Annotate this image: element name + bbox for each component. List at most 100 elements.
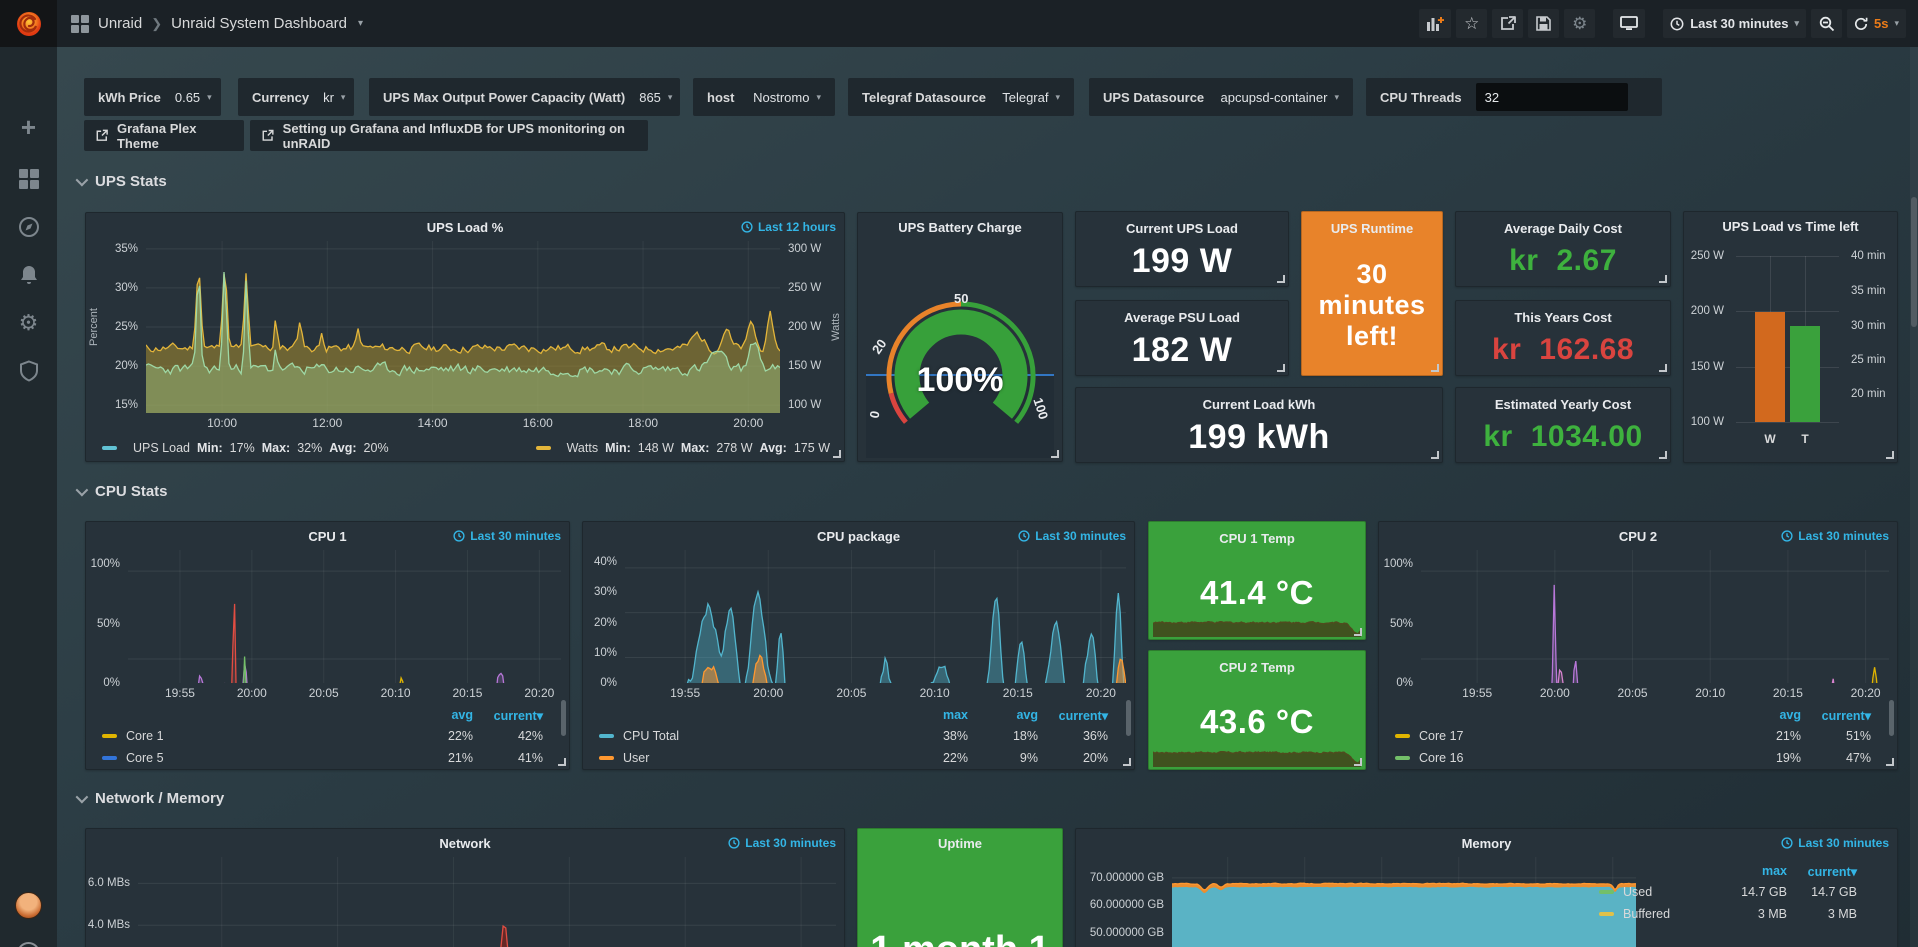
stat-title[interactable]: Current UPS Load [1126,221,1238,236]
panel-title[interactable]: Memory [1462,836,1512,851]
legend-row[interactable]: Core 521%41% [86,747,569,769]
network-chart[interactable] [138,857,836,947]
add-panel-button[interactable] [1419,9,1451,38]
refresh-button[interactable]: 5s ▾ [1847,9,1906,38]
scrollbar-thumb[interactable] [1911,197,1917,327]
legend-column-header-max[interactable]: max [898,708,968,722]
resize-handle[interactable] [1123,758,1131,766]
legend-row[interactable]: User22%9%20% [583,747,1134,769]
sidebar-item-dashboards[interactable] [0,159,57,199]
cpu1-chart[interactable] [128,550,561,683]
dashboard-grid-icon[interactable] [71,15,89,33]
panel-title[interactable]: Uptime [938,836,982,851]
stat-title[interactable]: Average Daily Cost [1504,221,1622,236]
stat-title[interactable]: CPU 2 Temp [1219,660,1295,675]
time-range-picker[interactable]: Last 30 minutes ▾ [1663,9,1806,38]
legend-row[interactable]: Core 122%42% [86,725,569,747]
resize-handle[interactable] [558,758,566,766]
legend-row[interactable]: Core 1721%51% [1379,725,1897,747]
bar-chart[interactable]: WT [1736,256,1839,422]
bar-w[interactable] [1755,312,1785,422]
section-header-network-memory[interactable]: Network / Memory [76,790,224,807]
grafana-logo[interactable] [0,0,57,47]
star-button[interactable]: ☆ [1456,9,1487,38]
resize-handle[interactable] [833,450,841,458]
legend-row[interactable]: Used14.7 GB14.7 GB [1583,881,1883,903]
variable-value-dropdown[interactable]: 865▾ [639,90,672,105]
cpu-threads-input[interactable] [1476,83,1628,111]
cpu-package-chart[interactable] [625,550,1126,683]
panel-title[interactable]: CPU package [817,529,900,544]
settings-button[interactable]: ⚙ [1564,9,1595,38]
legend-row[interactable]: Buffered3 MB3 MB [1583,903,1883,925]
legend-scrollbar[interactable] [561,700,566,736]
dashboard-title[interactable]: Unraid System Dashboard [171,15,347,32]
variable-value-dropdown[interactable]: kr▾ [323,90,345,105]
sidebar-item-server-admin[interactable] [0,351,57,391]
save-button[interactable] [1528,9,1559,38]
resize-handle[interactable] [1051,450,1059,458]
variable-value-dropdown[interactable]: Telegraf▾ [1002,90,1060,105]
cpu2-chart[interactable] [1421,550,1889,683]
legend-column-header-current[interactable]: current▾ [1787,864,1857,879]
panel-title[interactable]: UPS Load % [427,220,504,235]
section-header-cpu-stats[interactable]: CPU Stats [76,483,168,500]
legend-scrollbar[interactable] [1126,700,1131,736]
legend-column-header-max[interactable]: max [1717,864,1787,878]
variable-value-dropdown[interactable]: 0.65▾ [175,90,212,105]
stat-title[interactable]: UPS Runtime [1331,221,1413,236]
share-button[interactable] [1492,9,1523,38]
user-avatar[interactable] [0,885,57,925]
sidebar-item-explore[interactable] [0,207,57,247]
resize-handle[interactable] [1431,451,1439,459]
bar-t[interactable] [1790,326,1820,422]
legend-row[interactable]: CPU Total38%18%36% [583,725,1134,747]
resize-handle[interactable] [1886,758,1894,766]
legend-column-header-avg[interactable]: avg [1731,708,1801,722]
resize-handle[interactable] [1659,364,1667,372]
dashboard-link[interactable]: Setting up Grafana and InfluxDB for UPS … [250,120,648,151]
legend-row[interactable]: UPS LoadMin:17%Max:32%Avg:20% [102,441,389,455]
sidebar-item-create[interactable]: + [0,107,57,147]
legend-row[interactable]: WattsMin:148 WMax:278 WAvg:175 W [536,441,830,455]
stat-title[interactable]: Average PSU Load [1124,310,1240,325]
variable-value-dropdown[interactable]: Nostromo▾ [753,90,821,105]
stat-title[interactable]: This Years Cost [1514,310,1611,325]
dashboard-dropdown-caret[interactable]: ▾ [358,18,363,29]
resize-handle[interactable] [1659,275,1667,283]
legend-column-header-avg[interactable]: avg [403,708,473,722]
resize-handle[interactable] [1354,758,1362,766]
section-header-ups-stats[interactable]: UPS Stats [76,173,167,190]
legend-column-header-current[interactable]: current▾ [1801,708,1871,723]
resize-handle[interactable] [1431,364,1439,372]
stat-title[interactable]: Current Load kWh [1203,397,1316,412]
dashboard-link[interactable]: Grafana Plex Theme [84,120,244,151]
memory-chart[interactable] [1172,857,1636,947]
ups-load-chart[interactable] [146,241,780,413]
sidebar-item-configuration[interactable]: ⚙ [0,303,57,343]
variable-value-dropdown[interactable]: apcupsd-container▾ [1221,90,1340,105]
stat-title[interactable]: Estimated Yearly Cost [1495,397,1631,412]
resize-handle[interactable] [1277,364,1285,372]
legend-column-header-avg[interactable]: avg [968,708,1038,722]
panel-title[interactable]: CPU 2 [1619,529,1657,544]
refresh-caret[interactable]: ▾ [1894,18,1899,29]
resize-handle[interactable] [1277,275,1285,283]
resize-handle[interactable] [1354,628,1362,636]
zoom-out-button[interactable] [1811,9,1842,38]
resize-handle[interactable] [1659,451,1667,459]
help-button[interactable]: ? [0,933,57,947]
panel-title[interactable]: CPU 1 [308,529,346,544]
panel-title[interactable]: UPS Battery Charge [898,220,1022,235]
panel-title[interactable]: UPS Load vs Time left [1722,219,1858,234]
legend-column-header-current[interactable]: current▾ [473,708,543,723]
tv-mode-button[interactable] [1613,9,1645,38]
panel-title[interactable]: Network [439,836,490,851]
legend-row[interactable]: Core 1619%47% [1379,747,1897,769]
breadcrumb-app[interactable]: Unraid [98,15,142,32]
stat-title[interactable]: CPU 1 Temp [1219,531,1295,546]
legend-column-header-current[interactable]: current▾ [1038,708,1108,723]
sidebar-item-alerting[interactable] [0,255,57,295]
resize-handle[interactable] [1886,451,1894,459]
legend-scrollbar[interactable] [1889,700,1894,736]
